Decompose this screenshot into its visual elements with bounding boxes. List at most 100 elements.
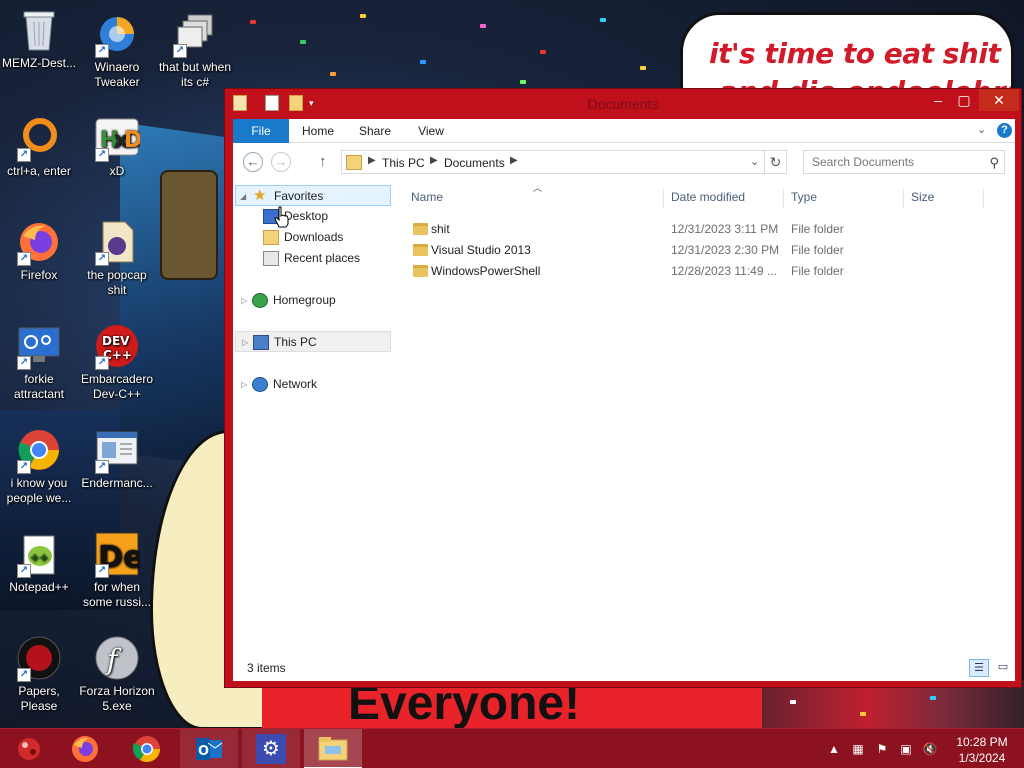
desktop-icon-label: ctrl+a, enter — [7, 164, 71, 178]
network-status-icon[interactable]: ▦ — [850, 741, 866, 757]
stacked-windows-icon: ↗ — [171, 10, 219, 58]
file-name: Visual Studio 2013 — [431, 243, 531, 257]
expand-arrow-icon[interactable]: ▷ — [242, 332, 252, 353]
large-icons-view-button[interactable]: ▭ — [993, 659, 1013, 677]
settings-icon: ⚙ — [256, 734, 286, 764]
wallpaper-building — [160, 170, 218, 280]
nav-item-favorites[interactable]: ◢ ★ Favorites — [235, 185, 391, 206]
file-row[interactable]: Visual Studio 2013 12/31/2023 2:30 PM Fi… — [409, 240, 969, 261]
taskbar-file-explorer[interactable] — [304, 729, 362, 768]
nav-item-recent-places[interactable]: Recent places — [263, 248, 391, 269]
forward-button[interactable]: → — [271, 152, 291, 172]
expand-arrow-icon[interactable]: ▷ — [241, 374, 251, 395]
breadcrumb-this-pc[interactable]: This PC — [382, 156, 425, 170]
file-row[interactable]: shit 12/31/2023 3:11 PM File folder — [409, 219, 969, 240]
search-icon[interactable]: ⚲ — [989, 155, 999, 171]
desktop-icon-chrome[interactable]: ↗ i know you people we... — [0, 426, 78, 506]
column-divider[interactable] — [903, 189, 904, 207]
confetti — [540, 50, 546, 54]
desktop-icon-popcap[interactable]: ↗ the popcap shit — [78, 218, 156, 298]
help-icon[interactable]: ? — [997, 123, 1012, 138]
desktop-icon-hxd[interactable]: HxD ↗ xD — [78, 114, 156, 179]
system-monitor-icon: ↗ — [15, 322, 63, 370]
nav-item-downloads[interactable]: Downloads — [263, 227, 391, 248]
chevron-right-icon[interactable]: ▶ — [510, 155, 518, 166]
search-input[interactable] — [804, 151, 984, 173]
desktop-icon-winaero[interactable]: ↗ Winaero Tweaker — [78, 10, 156, 90]
column-header-name[interactable]: Name — [411, 186, 443, 208]
nav-item-this-pc[interactable]: ▷ This PC — [235, 331, 391, 352]
shortcut-arrow-icon: ↗ — [95, 564, 109, 578]
bubble-text: it's time to eat shit — [709, 37, 1001, 70]
desktop-icon-forkie[interactable]: ↗ forkie attractant — [0, 322, 78, 402]
navigation-bar: ← → ↑ ▶ This PC ▶ Documents ▶ ⌄ ↻ ⚲ — [233, 143, 1015, 181]
star-icon: ★ — [253, 187, 267, 204]
maximize-button[interactable]: ▢ — [951, 89, 977, 111]
file-list: ︿ Name Date modified Type Size shit 12/3… — [409, 181, 1015, 651]
expand-arrow-icon[interactable]: ▷ — [241, 290, 251, 311]
confetti — [330, 72, 336, 76]
volume-muted-icon[interactable]: 🔇 — [922, 741, 938, 757]
desktop-icon-devcpp[interactable]: DEV C++ ↗ Embarcadero Dev-C++ — [78, 322, 156, 402]
window-titlebar[interactable]: ▾ Documents – ▢ ✕ — [225, 89, 1021, 119]
confetti — [600, 18, 606, 22]
desktop-icon-enderman[interactable]: ↗ Endermanc... — [78, 426, 156, 491]
column-divider[interactable] — [983, 189, 984, 207]
up-button[interactable]: ↑ — [319, 153, 333, 171]
desktop-icon-papers-please[interactable]: ↗ Papers, Please — [0, 634, 78, 714]
tab-file[interactable]: File — [233, 119, 289, 143]
desktop-icon-label: Forza Horizon 5.exe — [79, 684, 155, 713]
tab-view[interactable]: View — [403, 119, 459, 143]
svg-text:D: D — [124, 128, 140, 153]
tab-home[interactable]: Home — [289, 119, 347, 143]
clock-date[interactable]: 1/3/2024 — [956, 751, 1008, 765]
file-type: File folder — [791, 222, 844, 236]
refresh-button[interactable]: ↻ — [765, 150, 787, 174]
tab-share[interactable]: Share — [347, 119, 403, 143]
address-bar[interactable]: ▶ This PC ▶ Documents ▶ ⌄ — [341, 150, 765, 174]
clock-time[interactable]: 10:28 PM — [956, 735, 1008, 749]
taskbar-settings[interactable]: ⚙ — [242, 729, 300, 768]
minimize-button[interactable]: – — [925, 89, 951, 111]
desktop-icon-de[interactable]: De ↗ for when some russi... — [78, 530, 156, 610]
nav-item-homegroup[interactable]: ▷ Homegroup — [235, 290, 391, 311]
taskbar-memz[interactable] — [0, 729, 58, 768]
column-divider[interactable] — [783, 189, 784, 207]
desktop-icon-memz[interactable]: MEMZ-Dest... — [0, 6, 78, 71]
network-icon — [252, 377, 268, 392]
breadcrumb-documents[interactable]: Documents — [444, 156, 505, 170]
file-explorer-window[interactable]: ▾ Documents – ▢ ✕ File Home Share View ⌄… — [224, 88, 1022, 688]
column-header-size[interactable]: Size — [911, 186, 934, 208]
search-box[interactable]: ⚲ — [803, 150, 1005, 174]
address-history-dropdown[interactable]: ⌄ — [750, 155, 759, 168]
column-header-type[interactable]: Type — [791, 186, 817, 208]
nav-label: This PC — [274, 335, 317, 349]
desktop-icon-label: Firefox — [20, 268, 58, 282]
action-center-flag-icon[interactable]: ⚑ — [874, 741, 890, 757]
desktop-icon-stacked-windows[interactable]: ↗ that but when its c# — [156, 10, 234, 90]
taskbar-outlook[interactable]: O — [180, 729, 238, 768]
close-button[interactable]: ✕ — [979, 89, 1019, 111]
column-header-date-modified[interactable]: Date modified — [671, 186, 745, 208]
taskbar-firefox[interactable] — [56, 729, 114, 768]
chrome-icon — [132, 736, 161, 763]
show-hidden-icons-icon[interactable]: ▲ — [826, 741, 842, 757]
expand-ribbon-icon[interactable]: ⌄ — [977, 123, 991, 137]
collapse-arrow-icon[interactable]: ◢ — [240, 186, 250, 207]
desktop-icon-notepadpp[interactable]: ++ ↗ Notepad++ — [0, 530, 78, 595]
file-row[interactable]: WindowsPowerShell 12/28/2023 11:49 ... F… — [409, 261, 969, 282]
ribbon-tab-bar: File Home Share View ⌄ ? — [233, 119, 1015, 143]
chevron-right-icon[interactable]: ▶ — [430, 155, 438, 166]
item-count: 3 items — [247, 661, 286, 675]
desktop-icon-forza[interactable]: f Forza Horizon 5.exe — [78, 634, 156, 714]
desktop-icon-firefox[interactable]: ↗ Firefox — [0, 218, 78, 283]
desktop-icon-label: forkie attractant — [13, 372, 65, 401]
wired-network-icon[interactable]: ▣ — [898, 741, 914, 757]
media-file-icon: ↗ — [93, 218, 141, 266]
nav-item-network[interactable]: ▷ Network — [235, 374, 391, 395]
details-view-button[interactable]: ☰ — [969, 659, 989, 677]
taskbar-chrome[interactable] — [118, 729, 176, 768]
back-button[interactable]: ← — [243, 152, 263, 172]
column-divider[interactable] — [663, 189, 664, 207]
desktop-icon-ring[interactable]: ↗ ctrl+a, enter — [0, 114, 78, 179]
